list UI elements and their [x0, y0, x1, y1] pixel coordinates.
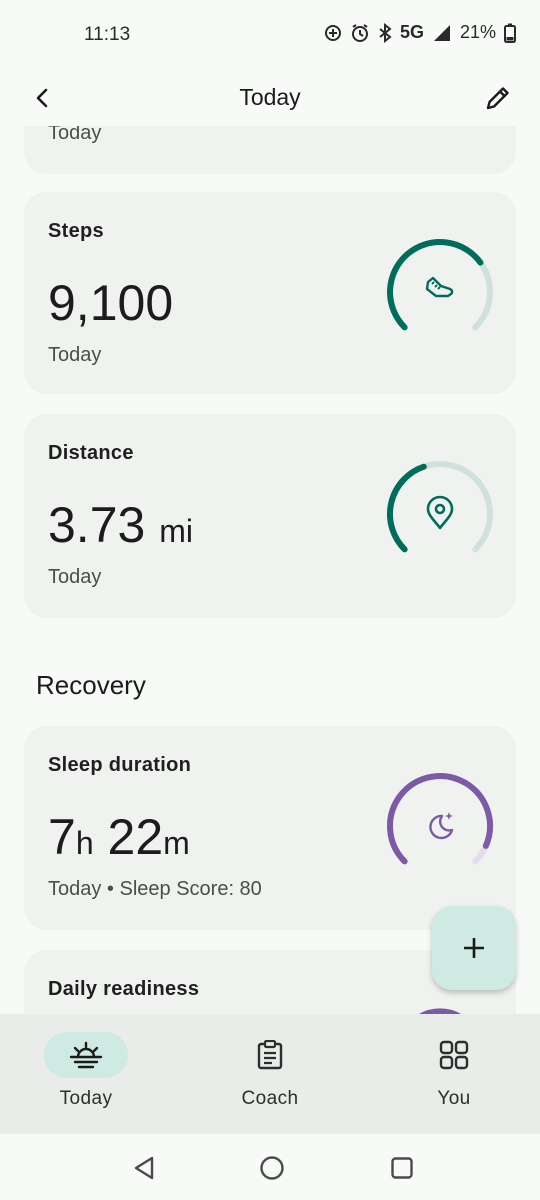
sleep-progress-ring [387, 773, 493, 865]
clipboard-icon [257, 1040, 283, 1070]
system-nav-bar [0, 1134, 540, 1200]
distance-number: 3.73 [48, 497, 146, 553]
triangle-back-icon [134, 1156, 154, 1180]
card-subtitle: Today • Sleep Score: 80 [48, 878, 262, 900]
system-back-button[interactable] [130, 1154, 158, 1182]
battery-icon [504, 23, 516, 43]
edit-button[interactable] [480, 80, 516, 116]
app-bar: Today [0, 70, 540, 126]
status-icons: 5G 21% [324, 22, 516, 43]
sleep-hours-unit: h [75, 825, 94, 861]
page-title: Today [239, 84, 301, 110]
steps-value: 9,100 [48, 275, 174, 331]
battery-percent: 21% [459, 22, 496, 42]
shoe-icon [425, 276, 454, 298]
network-type: 5G [399, 22, 424, 42]
system-recents-button[interactable] [388, 1154, 416, 1182]
system-home-button[interactable] [258, 1154, 286, 1182]
distance-value: 3.73 mi [48, 496, 193, 554]
card-title: Steps [48, 220, 104, 242]
pencil-icon [486, 87, 509, 110]
status-bar: 11:13 5G 21% [0, 0, 540, 70]
steps-card[interactable]: Steps 9,100 Today [24, 192, 516, 394]
nav-pill [228, 1032, 312, 1078]
add-fab-button[interactable] [432, 906, 516, 990]
card-title: Sleep duration [48, 754, 192, 776]
circle-home-icon [260, 1156, 284, 1180]
nav-item-coach[interactable]: Coach [190, 1032, 350, 1110]
sleep-hours: 7 [48, 809, 76, 865]
card-title: Daily readiness [48, 978, 200, 1000]
distance-card[interactable]: Distance 3.73 mi Today [24, 414, 516, 618]
nav-pill [412, 1032, 496, 1078]
status-time: 11:13 [84, 24, 131, 45]
sleep-card[interactable]: Sleep duration 7h 22m Today • Sleep Scor… [24, 726, 516, 930]
data-saver-icon [324, 24, 341, 41]
section-title-recovery: Recovery [36, 670, 146, 700]
bluetooth-icon [379, 22, 392, 43]
nav-item-you[interactable]: You [374, 1032, 534, 1110]
distance-progress-ring [386, 461, 493, 553]
steps-progress-ring [387, 239, 493, 331]
content-scroll[interactable]: Today Steps 9,100 Today Distance 3.73 mi… [0, 126, 540, 1014]
distance-unit: mi [159, 513, 193, 549]
sleep-minutes-unit: m [163, 825, 190, 861]
card-subtitle: Today [48, 566, 102, 588]
square-recents-icon [391, 1157, 413, 1179]
card-subtitle: Today [48, 126, 102, 144]
bottom-nav: Today Coach You [0, 1014, 540, 1134]
nav-pill-active [44, 1032, 128, 1078]
partial-card[interactable]: Today [24, 126, 516, 174]
nav-label: Today [59, 1088, 113, 1109]
readiness-progress-ring [419, 1008, 461, 1014]
alarm-icon [351, 23, 368, 42]
nav-label: Coach [241, 1088, 299, 1109]
moon-stars-icon [429, 812, 454, 840]
sunrise-icon [69, 1041, 103, 1069]
signal-icon [433, 24, 450, 41]
nav-label: You [437, 1088, 471, 1109]
plus-icon [464, 938, 484, 958]
nav-item-today[interactable]: Today [6, 1032, 166, 1110]
sleep-minutes: 22 [107, 809, 164, 865]
card-subtitle: Today [48, 344, 102, 366]
card-title: Distance [48, 442, 134, 464]
sleep-value: 7h 22m [48, 808, 190, 866]
grid-icon [439, 1040, 469, 1070]
location-pin-icon [426, 495, 454, 530]
